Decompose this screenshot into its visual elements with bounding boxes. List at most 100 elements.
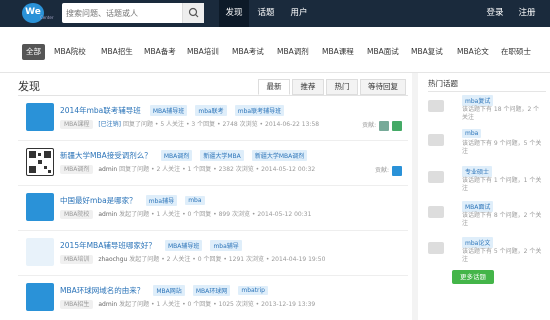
divider	[18, 185, 408, 186]
avatar[interactable]	[26, 148, 54, 176]
category-item[interactable]: MBA调剂	[273, 44, 313, 60]
category-item[interactable]: MBA复试	[407, 44, 447, 60]
topic-tag[interactable]: mba联考	[195, 105, 227, 116]
category-item[interactable]: MBA备考	[140, 44, 180, 60]
tab-latest[interactable]: 最新	[258, 79, 290, 95]
category-all[interactable]: 全部	[22, 44, 45, 60]
category-item[interactable]: MBA考试	[228, 44, 268, 60]
contrib-label: 贡献:	[375, 167, 390, 174]
search-box	[62, 3, 204, 23]
category-badge[interactable]: MBA调剂	[60, 165, 94, 174]
topic-tag[interactable]: MBA网站	[153, 285, 185, 296]
contributor-avatar[interactable]	[379, 120, 390, 131]
category-bar: 全部 MBA院校 MBA招生 MBA备考 MBA培训 MBA考试 MBA调剂 M…	[0, 27, 550, 73]
action-text: 回复了问题	[119, 166, 150, 173]
nav-users[interactable]: 用户	[284, 0, 314, 27]
search-button[interactable]	[182, 3, 204, 23]
contributor-avatar[interactable]	[392, 165, 402, 176]
category-item[interactable]: MBA面试	[363, 44, 403, 60]
category-item[interactable]: MBA课程	[318, 44, 358, 60]
category-item[interactable]: MBA院校	[50, 44, 90, 60]
question-content: 中国最好mba是哪家？ mba辅导 mba	[60, 190, 400, 209]
category-badge[interactable]: MBA培训	[60, 255, 94, 264]
question-content: MBA环球网域名的由来？ MBA网站 MBA环球网 mbatrip	[60, 280, 400, 299]
nav-topics[interactable]: 话题	[251, 0, 281, 27]
question-title[interactable]: 2015年MBA辅导班哪家好？	[60, 240, 156, 251]
action-text: 发起了问题	[119, 211, 150, 218]
category-badge[interactable]: MBA院校	[60, 210, 94, 219]
category-badge[interactable]: MBA课程	[60, 120, 94, 129]
topic-tag[interactable]: 新疆大学MBA调剂	[251, 150, 308, 161]
more-topics-button[interactable]: 更多话题	[452, 270, 494, 284]
nav-discover[interactable]: 发现	[219, 0, 249, 27]
topic-tag[interactable]: mba辅导	[145, 195, 178, 206]
topic-tag[interactable]: MBA面试	[462, 201, 494, 212]
tab-unanswered[interactable]: 等待回复	[360, 79, 406, 95]
topic-tag[interactable]: MBA环球网	[192, 285, 231, 296]
username[interactable]: admin	[98, 211, 117, 218]
login-link[interactable]: 登录	[482, 0, 508, 27]
topic-tag[interactable]: 专业硕士	[462, 166, 493, 177]
category-badge[interactable]: MBA招生	[60, 300, 94, 309]
topic-tag[interactable]: MBA调剂	[160, 150, 193, 161]
logo[interactable]: We Center	[22, 3, 53, 23]
username[interactable]: [已注销]	[98, 121, 121, 128]
hot-topic-item: mba复试 该话题下有 18 个问题，2 个关注	[428, 95, 548, 125]
username[interactable]: admin	[98, 301, 117, 308]
avatar[interactable]	[26, 283, 54, 311]
topic-stat: 该话题下有 8 个问题，2 个关注	[462, 212, 542, 227]
question-title[interactable]: MBA环球网域名的由来？	[60, 285, 144, 296]
topic-tag[interactable]: mba	[462, 129, 482, 138]
avatar[interactable]	[26, 193, 54, 221]
topic-tag[interactable]: mba复试	[462, 95, 494, 106]
topic-tag[interactable]: MBA辅导班	[149, 105, 188, 116]
search-input[interactable]	[62, 3, 180, 23]
category-item[interactable]: MBA论文	[453, 44, 493, 60]
tab-hot[interactable]: 热门	[326, 79, 358, 95]
action-text: 发起了问题	[129, 256, 160, 263]
stats-text: • 1 人关注 • 0 个回复 • 1025 次浏览 • 2013-12-19 …	[151, 301, 316, 308]
list-item: 2015年MBA辅导班哪家好？ MBA辅导班 mba辅导 MBA培训 zhaoc…	[18, 232, 408, 274]
category-item[interactable]: MBA招生	[97, 44, 137, 60]
list-item: 中国最好mba是哪家？ mba辅导 mba MBA院校 admin 发起了问题 …	[18, 187, 408, 229]
topic-tag[interactable]: mba	[185, 196, 205, 205]
topic-icon[interactable]	[428, 171, 444, 183]
category-item[interactable]: MBA培训	[183, 44, 223, 60]
avatar[interactable]	[26, 103, 54, 131]
action-text: 回复了问题	[122, 121, 153, 128]
topic-stat: 该话题下有 1 个问题，1 个关注	[462, 177, 542, 192]
topic-stat: 该话题下有 9 个问题，5 个关注	[462, 140, 542, 155]
stats-text: • 5 人关注 • 3 个回复 • 2748 次浏览 • 2014-06-22 …	[154, 121, 320, 128]
topic-tag[interactable]: 新疆大学MBA	[200, 150, 244, 161]
question-meta: MBA培训 zhaochgu 发起了问题 • 2 人关注 • 0 个回复 • 1…	[60, 254, 326, 264]
search-icon	[188, 7, 199, 18]
topic-icon[interactable]	[428, 100, 444, 112]
tab-recommended[interactable]: 推荐	[292, 79, 324, 95]
topic-tag[interactable]: mba辅导	[210, 240, 242, 251]
username[interactable]: zhaochgu	[98, 256, 127, 263]
question-meta: MBA招生 admin 发起了问题 • 1 人关注 • 0 个回复 • 1025…	[60, 299, 316, 309]
topic-icon[interactable]	[428, 242, 444, 254]
contributor-avatar[interactable]	[392, 120, 402, 131]
divider	[18, 140, 408, 141]
question-title[interactable]: 2014年mba联考辅导班	[60, 105, 141, 116]
question-title[interactable]: 新疆大学MBA接受调剂么？	[60, 150, 152, 161]
tab-divider	[18, 95, 408, 96]
question-meta: MBA调剂 admin 回复了问题 • 2 人关注 • 1 个回复 • 2382…	[60, 164, 315, 174]
topic-tag[interactable]: mba论文	[462, 237, 494, 248]
divider	[428, 91, 546, 92]
stats-text: • 2 人关注 • 0 个回复 • 1291 次浏览 • 2014-04-19 …	[161, 256, 326, 263]
question-title[interactable]: 中国最好mba是哪家？	[60, 195, 137, 206]
list-item: 2014年mba联考辅导班 MBA辅导班 mba联考 mba联考辅导班 MBA课…	[18, 97, 408, 139]
category-item[interactable]: 在职硕士	[497, 44, 535, 60]
topic-tag[interactable]: mbatrip	[238, 286, 268, 295]
username[interactable]: admin	[98, 166, 117, 173]
topic-tag[interactable]: MBA辅导班	[164, 240, 203, 251]
hot-topic-item: mba论文 该话题下有 5 个问题，2 个关注	[428, 237, 548, 267]
topic-icon[interactable]	[428, 206, 444, 218]
register-link[interactable]: 注册	[514, 0, 540, 27]
topic-icon[interactable]	[428, 134, 444, 146]
topic-tag[interactable]: mba联考辅导班	[234, 105, 285, 116]
divider	[18, 275, 408, 276]
avatar[interactable]	[26, 238, 54, 266]
